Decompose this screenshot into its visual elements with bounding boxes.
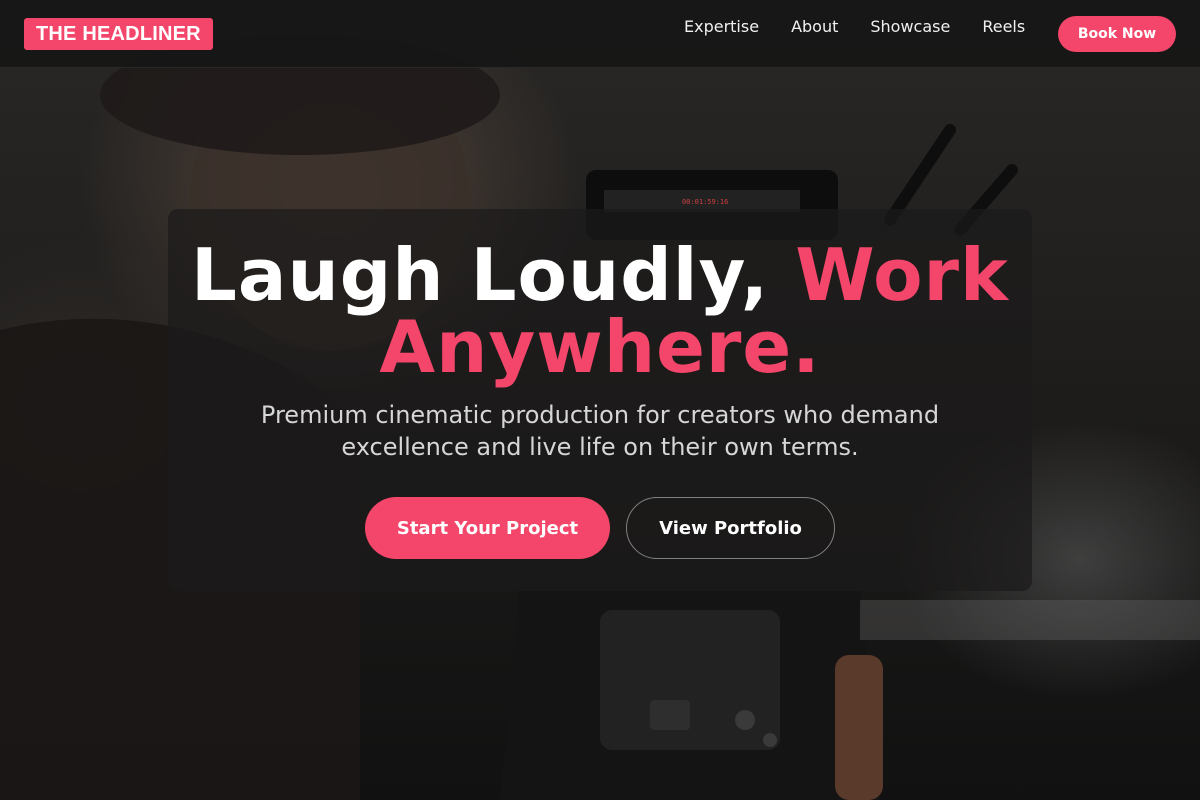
headline-accent-text: Work <box>795 233 1009 317</box>
hero-subtitle: Premium cinematic production for creator… <box>260 401 940 461</box>
nav-link-showcase[interactable]: Showcase <box>870 17 950 37</box>
monitor-timecode: 00:01:59:16 <box>682 198 728 206</box>
nav-link-about[interactable]: About <box>791 17 838 37</box>
hero-headline: Laugh Loudly, Work Anywhere. <box>168 239 1032 383</box>
nav-links: Expertise About Showcase Reels <box>684 17 1057 37</box>
hero-card: Laugh Loudly, Work Anywhere. Premium cin… <box>168 209 1032 591</box>
top-navbar: THE HEADLINER Expertise About Showcase R… <box>0 0 1200 68</box>
start-project-button[interactable]: Start Your Project <box>365 497 610 559</box>
nav-link-expertise[interactable]: Expertise <box>684 17 759 37</box>
nav-link-reels[interactable]: Reels <box>982 17 1025 37</box>
view-portfolio-button[interactable]: View Portfolio <box>626 497 835 559</box>
book-now-button[interactable]: Book Now <box>1058 16 1176 52</box>
site-logo[interactable]: THE HEADLINER <box>24 18 213 50</box>
headline-accent-text-line2: Anywhere. <box>379 305 821 389</box>
